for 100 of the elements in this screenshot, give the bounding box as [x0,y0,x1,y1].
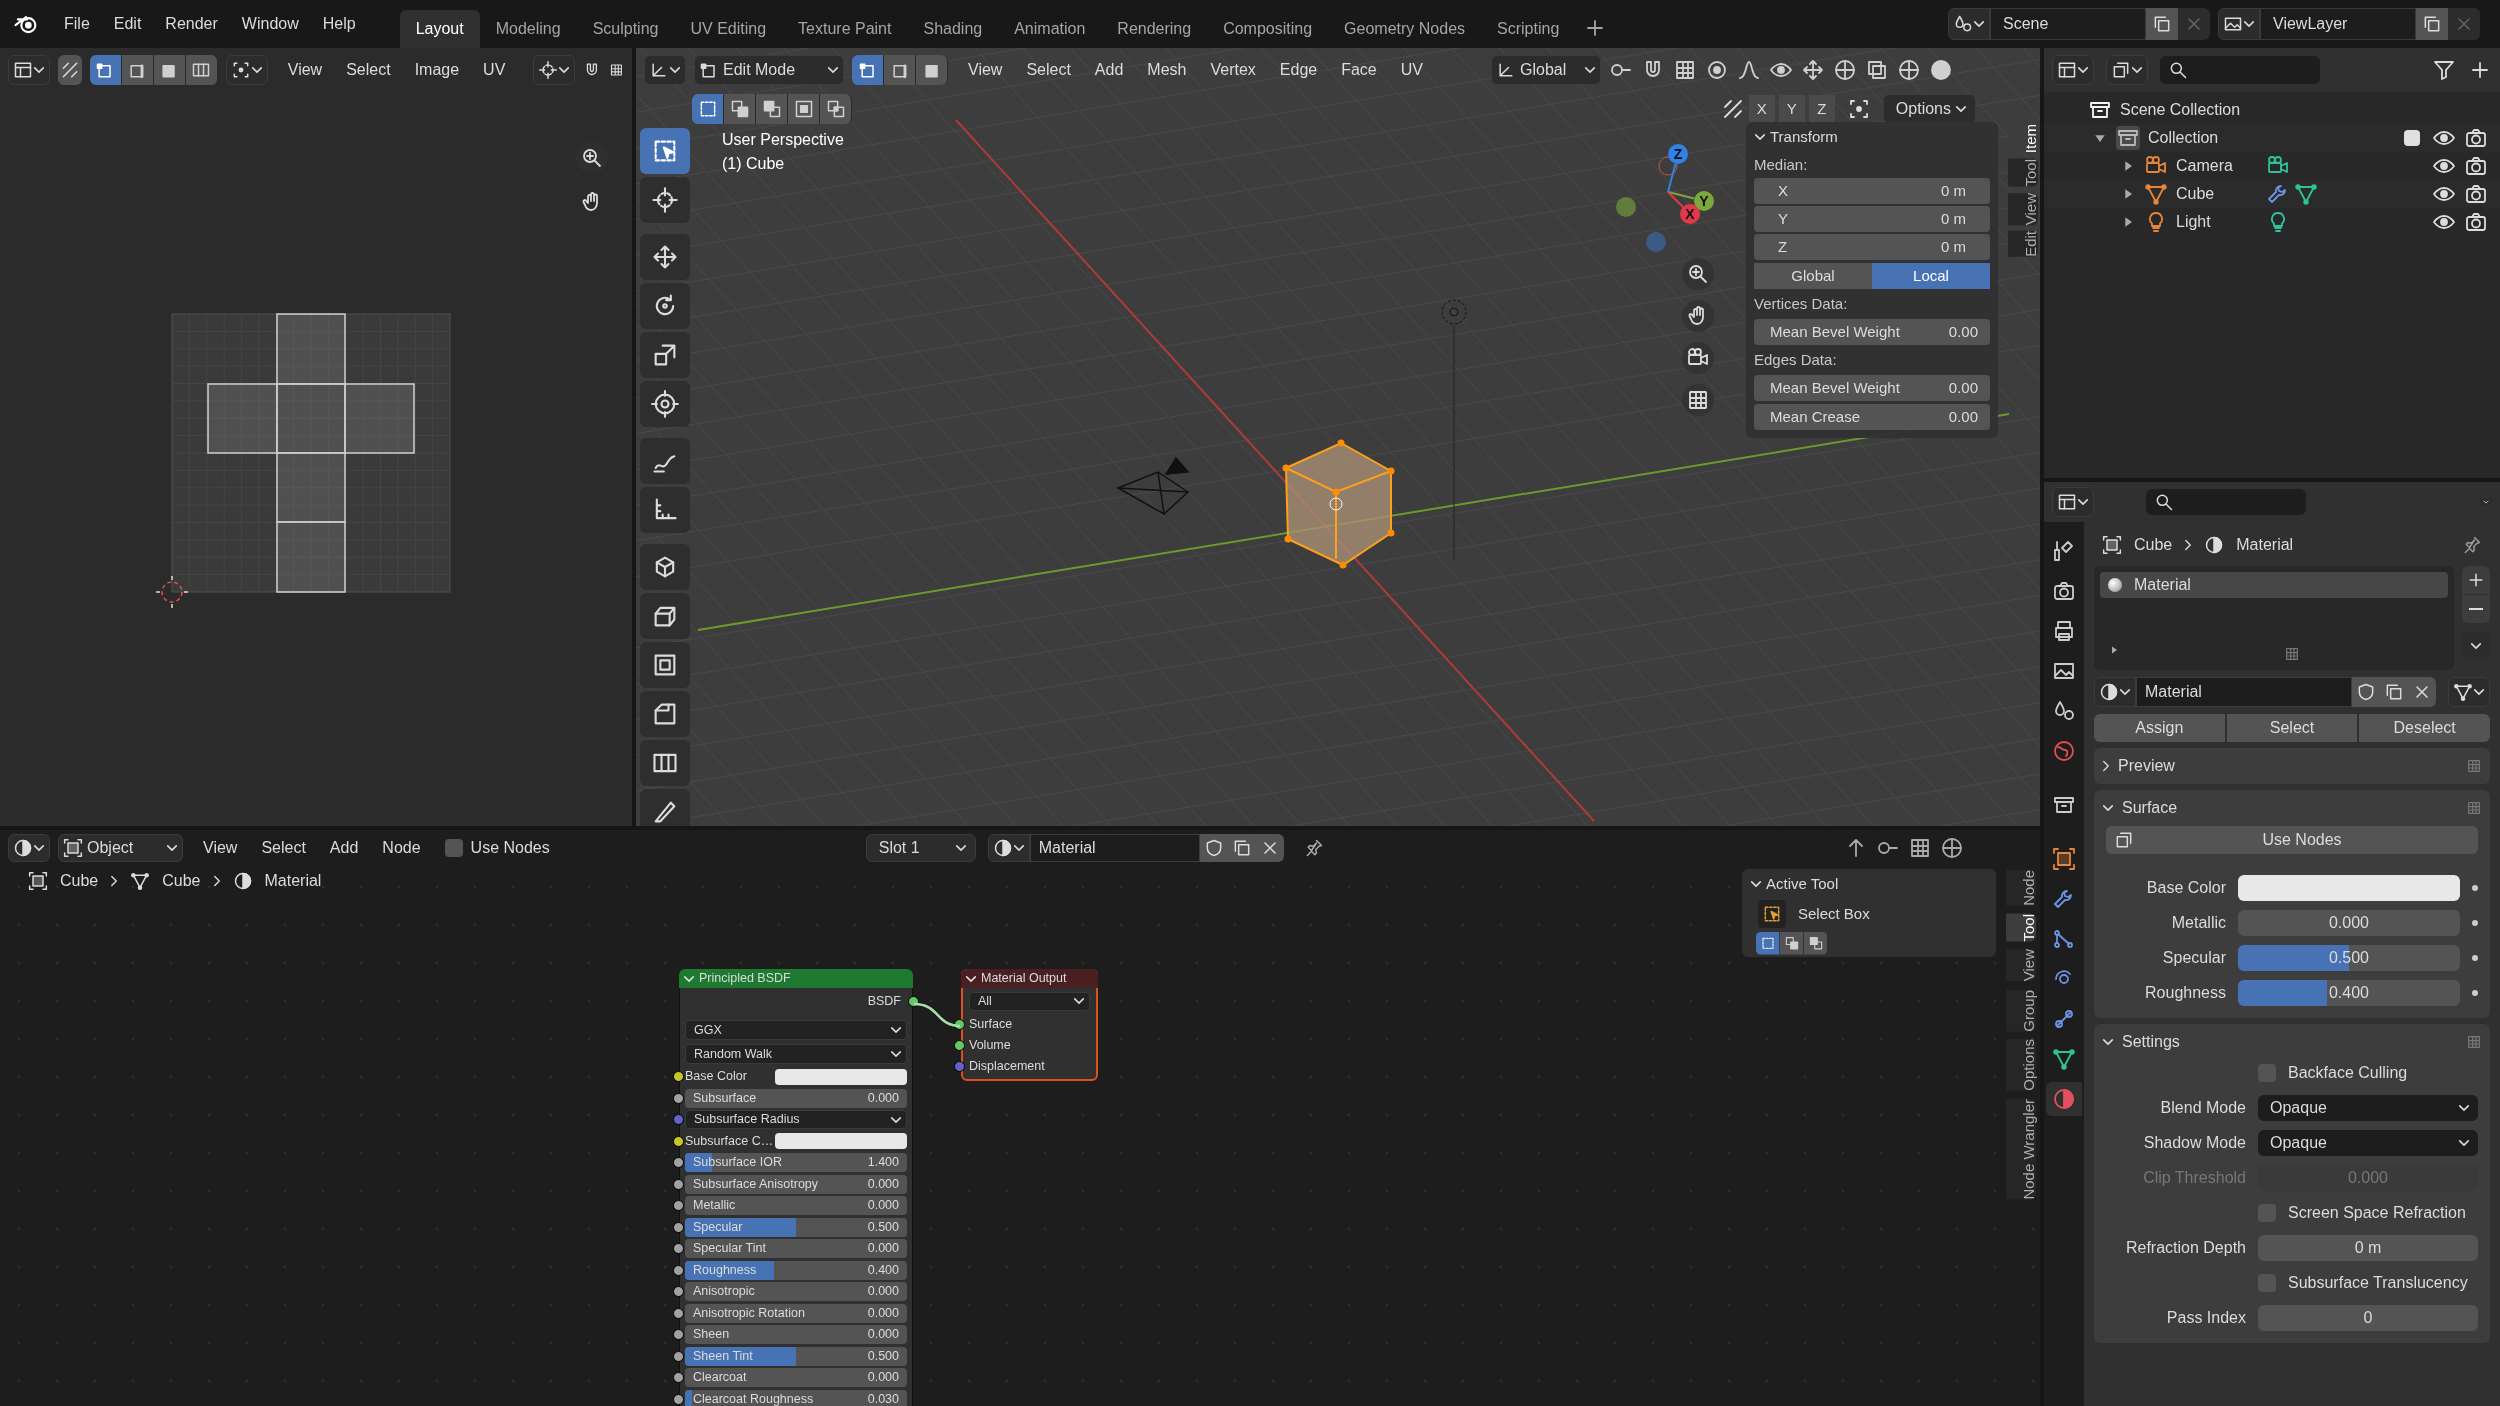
field-label: Clip Threshold [2142,1168,2246,1188]
menu-item[interactable]: View [275,54,335,86]
slot-dropdown[interactable]: Slot 1 [865,834,976,862]
number-field[interactable]: Mean Crease 0.00 [1754,404,1990,430]
sidebar-tab[interactable]: Node Wrangler [2006,1099,2036,1200]
menu-item[interactable]: Vertex [1198,54,1268,86]
sidebar-tab[interactable]: Options [2006,1039,2036,1092]
menu-item[interactable]: Select [1014,54,1083,86]
node-title: Principled BSDF [699,970,791,988]
material-name-field[interactable]: Material [2136,677,2352,707]
material-name-field[interactable]: Material [1029,834,1200,862]
number-field[interactable]: 0 [2258,1305,2478,1331]
menu-item[interactable]: Node [370,832,433,864]
action-button[interactable]: Deselect [2359,714,2490,742]
outliner-item[interactable]: Light [2176,210,2266,234]
value-slider[interactable]: Sheen 0.000 [685,1325,907,1345]
menu-item[interactable]: Window [229,8,311,40]
sidebar-tab[interactable]: Tool [2008,159,2038,187]
menu-item[interactable]: Mesh [1135,54,1199,86]
coordinate-field[interactable]: X 0 m [1754,178,1990,204]
workspace-tab[interactable]: Layout [399,10,480,48]
space-toggle[interactable]: Local [1872,263,1990,289]
axis-toggle[interactable]: Y [1778,95,1805,123]
node-header[interactable]: Material Output [961,969,1098,988]
sidebar-tab[interactable]: Tool [2006,913,2036,942]
workspace-tab[interactable]: Shading [907,10,999,48]
outliner-item[interactable]: Camera [2176,154,2266,178]
viewport-info-text: (1) Cube [722,154,786,174]
number-field[interactable]: Mean Bevel Weight 0.00 [1754,375,1990,401]
coordinate-field[interactable]: Z 0 m [1754,234,1990,260]
mode-dropdown[interactable]: Edit Mode [694,55,844,85]
action-button[interactable]: Assign [2094,714,2225,742]
scene-field[interactable]: Scene [1990,8,2146,40]
socket-label: Volume [969,1037,1011,1055]
axis-toggle[interactable]: X [1748,95,1775,123]
gizmo-axis-handle[interactable]: X [1667,191,1700,224]
workspace-tab[interactable]: UV Editing [674,10,783,48]
workspace-tab[interactable]: Scripting [1481,10,1576,48]
menu-item[interactable]: Image [402,54,472,86]
dropdown[interactable]: Opaque [2258,1130,2478,1156]
material-slot[interactable]: Material [2100,572,2448,598]
orientation-dropdown[interactable]: Global [1491,55,1601,85]
socket-label: Displacement [969,1058,1045,1076]
sidebar-tab[interactable]: Edit [2008,230,2038,257]
field-label: Pass Index [2165,1308,2246,1328]
menu-item[interactable]: Add [317,832,371,864]
menu-item[interactable]: Face [1329,54,1389,86]
menu-item[interactable]: Edit [101,8,154,40]
sidebar-tab[interactable]: Item [2008,124,2038,154]
sidebar-tab[interactable]: View [2008,192,2038,225]
view-layer-field[interactable]: ViewLayer [2260,8,2416,40]
menu-item[interactable]: Select [334,54,403,86]
gizmo-axis-handle[interactable]: Z [1667,144,1688,193]
options-dropdown[interactable]: Options [1882,94,1976,124]
value-slider[interactable]: 0.400 [2238,980,2460,1006]
node-header[interactable]: Principled BSDF [679,969,913,988]
shader-type-dropdown[interactable]: Object [58,834,183,862]
menu-item[interactable]: View [191,832,250,864]
menu-item[interactable]: Select [249,832,318,864]
coordinate-field[interactable]: Y 0 m [1754,206,1990,232]
value-slider[interactable]: Metallic 0.000 [685,1196,907,1216]
menu-item[interactable]: Edge [1267,54,1330,86]
outliner-item[interactable]: Scene Collection [2120,98,2241,122]
sidebar-tab[interactable]: View [2006,949,2036,982]
value-slider[interactable]: 0.500 [2238,945,2460,971]
panel-title: Active Tool [1766,873,1839,894]
sidebar-tab[interactable]: Group [2006,989,2036,1032]
value-slider[interactable]: Anisotropic 0.000 [685,1282,907,1302]
value-slider[interactable]: Clearcoat 0.000 [685,1368,907,1388]
workspace-tab[interactable]: Modeling [479,10,577,48]
field-label: Roughness [2144,983,2226,1003]
number-field[interactable]: 0 m [2258,1235,2478,1261]
input-label: Base Color [685,1068,748,1086]
menu-item[interactable]: UV [471,54,518,86]
workspace-tab[interactable]: Geometry Nodes [1328,10,1482,48]
dropdown[interactable]: Opaque [2258,1095,2478,1121]
sidebar-tab[interactable]: Node [2006,870,2036,906]
node-dropdown[interactable]: GGX [685,1020,907,1040]
outliner-item[interactable]: Cube [2176,182,2266,206]
menu-item[interactable]: File [52,8,102,40]
menu-item[interactable]: UV [1388,54,1435,86]
workspace-tab[interactable]: Compositing [1207,10,1329,48]
axis-toggle[interactable]: Z [1808,95,1835,123]
use-nodes-button[interactable]: Use Nodes [2106,826,2478,854]
workspace-tab[interactable]: Sculpting [576,10,675,48]
menu-item[interactable]: Help [310,8,368,40]
node-dropdown[interactable]: Random Walk [685,1044,907,1064]
menu-item[interactable]: Add [1082,54,1136,86]
menu-item[interactable]: Render [153,8,230,40]
workspace-tab[interactable]: Rendering [1101,10,1208,48]
value-slider[interactable]: 0.000 [2238,910,2460,936]
space-toggle[interactable]: Global [1754,263,1872,289]
workspace-tab[interactable]: Animation [998,10,1102,48]
input-dropdown[interactable]: Subsurface Radius [685,1110,907,1130]
menu-item[interactable]: View [956,54,1015,86]
number-field[interactable]: Mean Bevel Weight 0.00 [1754,319,1990,345]
action-button[interactable]: Select [2226,714,2358,742]
value-slider[interactable]: Specular Tint 0.000 [685,1239,907,1259]
outliner-item[interactable]: Collection [2148,126,2238,150]
workspace-tab[interactable]: Texture Paint [782,10,908,48]
